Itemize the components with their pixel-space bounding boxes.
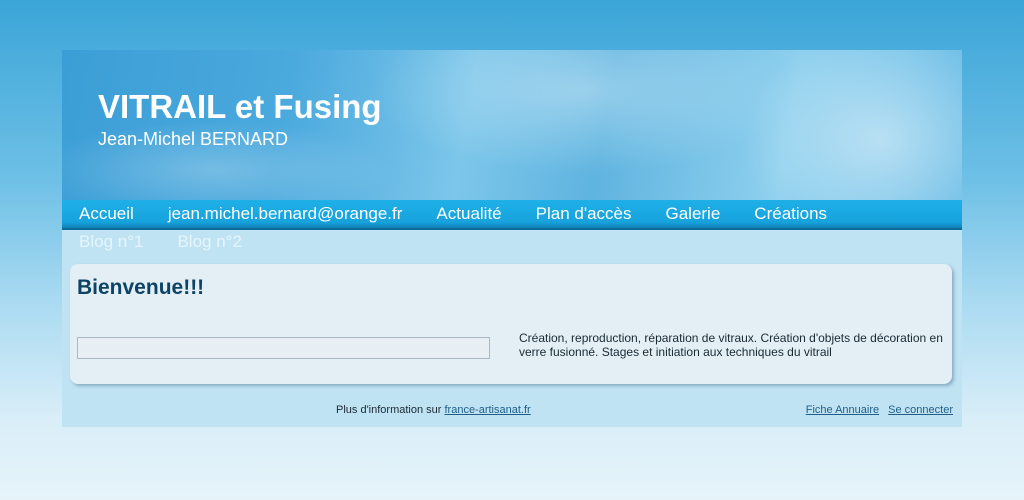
nav-item-blog-1[interactable]: Blog n°1 bbox=[79, 228, 143, 256]
nav-row-secondary: Blog n°1 Blog n°2 bbox=[62, 228, 259, 256]
footer-directory-link[interactable]: Fiche Annuaire bbox=[806, 404, 879, 416]
footer-info-text: Plus d'information sur bbox=[336, 404, 445, 416]
nav-item-actualite[interactable]: Actualité bbox=[436, 200, 501, 228]
nav-row-primary: Accueil jean.michel.bernard@orange.fr Actu… bbox=[62, 200, 844, 228]
site-subtitle: Jean-Michel BERNARD bbox=[98, 129, 289, 149]
footer-links: Fiche Annuaire Se connecter bbox=[800, 404, 953, 416]
page-container: VITRAIL et Fusing Jean-Michel BERNARD Ac… bbox=[62, 50, 962, 427]
nav-item-blog-2[interactable]: Blog n°2 bbox=[177, 228, 241, 256]
empty-media-box bbox=[77, 337, 490, 359]
site-description: Création, reproduction, réparation de vi… bbox=[519, 331, 943, 359]
footer-login-link[interactable]: Se connecter bbox=[888, 404, 953, 416]
footer-info: Plus d'information sur france-artisanat.… bbox=[336, 404, 531, 416]
nav-item-galerie[interactable]: Galerie bbox=[665, 200, 720, 228]
nav-item-creations[interactable]: Créations bbox=[754, 200, 827, 228]
site-title: VITRAIL et Fusing bbox=[98, 88, 382, 125]
welcome-heading: Bienvenue!!! bbox=[77, 276, 205, 299]
nav-item-plan-acces[interactable]: Plan d'accès bbox=[536, 200, 632, 228]
site-header-banner: VITRAIL et Fusing Jean-Michel BERNARD bbox=[62, 50, 962, 200]
footer-artisanat-link[interactable]: france-artisanat.fr bbox=[444, 404, 530, 416]
nav-item-accueil[interactable]: Accueil bbox=[79, 200, 134, 228]
nav-item-email[interactable]: jean.michel.bernard@orange.fr bbox=[168, 200, 403, 228]
welcome-panel: Bienvenue!!! Création, reproduction, rép… bbox=[70, 264, 952, 384]
